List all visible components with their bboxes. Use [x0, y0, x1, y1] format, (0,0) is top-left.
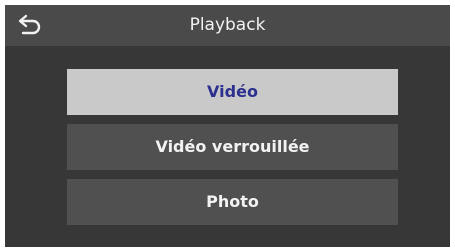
- back-button[interactable]: [15, 11, 45, 39]
- playback-menu: Vidéo Vidéo verrouillée Photo: [67, 69, 398, 234]
- page-title: Playback: [189, 15, 266, 35]
- menu-item-locked-video[interactable]: Vidéo verrouillée: [67, 124, 398, 170]
- menu-item-video[interactable]: Vidéo: [67, 69, 398, 115]
- header-bar: Playback: [5, 5, 450, 46]
- playback-screen: Playback Vidéo Vidéo verrouillée Photo: [5, 5, 450, 247]
- back-arrow-icon: [18, 14, 41, 35]
- menu-item-photo[interactable]: Photo: [67, 179, 398, 225]
